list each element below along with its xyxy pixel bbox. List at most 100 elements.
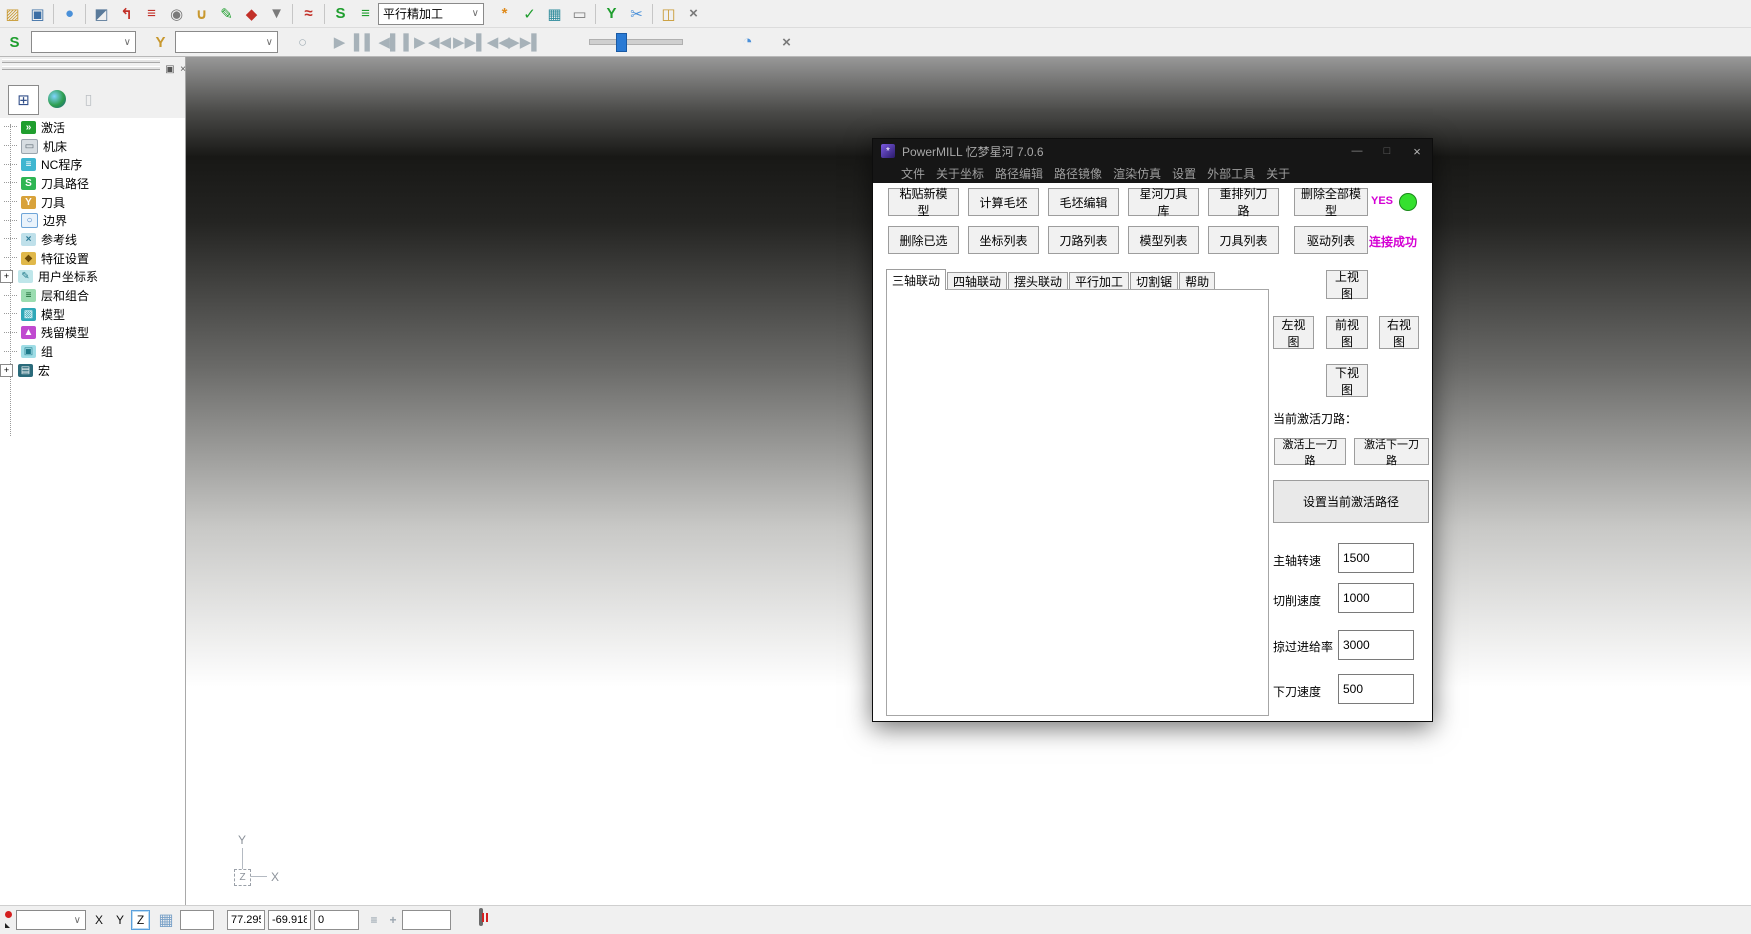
verify-toolpath-icon[interactable]: *: [492, 2, 517, 26]
delete-selected-button[interactable]: 删除已选: [888, 226, 959, 254]
ruler-icon[interactable]: ▭: [567, 2, 592, 26]
model-list-button[interactable]: 模型列表: [1128, 226, 1199, 254]
panel-restore-icon[interactable]: ▣: [164, 64, 176, 76]
stock-edit-button[interactable]: 毛坯编辑: [1048, 188, 1119, 216]
tab-parallel[interactable]: 平行加工: [1069, 272, 1129, 290]
tab-4axis[interactable]: 四轴联动: [947, 272, 1007, 290]
menu-item-about[interactable]: 关于: [1266, 165, 1290, 182]
expand-icon[interactable]: +: [0, 364, 13, 377]
feature-block-icon[interactable]: ▼: [264, 2, 289, 26]
step-back-icon[interactable]: ◀▌: [377, 30, 402, 54]
boundary-pencil-icon[interactable]: ✎: [214, 2, 239, 26]
tree-item-nc-programs[interactable]: ≡NC程序: [0, 155, 185, 174]
tab-cutting-saw[interactable]: 切割锯: [1130, 272, 1178, 290]
skip-to-start-icon[interactable]: ▌◀◀: [477, 30, 509, 54]
tab-explorer-world[interactable]: [42, 85, 71, 113]
tool-list-button[interactable]: 刀具列表: [1208, 226, 1279, 254]
tree-item-feature-sets[interactable]: ◆特征设置: [0, 249, 185, 268]
left-view-button[interactable]: 左视图: [1273, 316, 1314, 349]
open-file-icon[interactable]: ▨: [0, 2, 25, 26]
menu-item-path-mirror[interactable]: 路径镜像: [1054, 165, 1102, 182]
play-icon[interactable]: ▶: [327, 30, 352, 54]
tree-item-tools[interactable]: Y刀具: [0, 193, 185, 212]
tool-icon[interactable]: ◉: [164, 2, 189, 26]
locate-axes-icon[interactable]: +: [385, 910, 401, 930]
tree-item-models[interactable]: ▧模型: [0, 305, 185, 324]
toolpath-list-icon[interactable]: ≡: [353, 2, 378, 26]
close-toolbar-icon[interactable]: ×: [774, 30, 799, 54]
tab-swivel-head[interactable]: 摆头联动: [1008, 272, 1068, 290]
expand-icon[interactable]: +: [0, 270, 13, 283]
tree-item-groups[interactable]: ▣组: [0, 342, 185, 361]
menu-item-external-tools[interactable]: 外部工具: [1207, 165, 1255, 182]
right-view-button[interactable]: 右视图: [1379, 316, 1419, 349]
tool-change-icon[interactable]: Y: [599, 2, 624, 26]
front-view-button[interactable]: 前视图: [1326, 316, 1368, 349]
strategy-preset-dropdown[interactable]: 平行精加工 ∨: [378, 3, 484, 25]
toolpath-strategy-icon[interactable]: ↰: [114, 2, 139, 26]
block-icon[interactable]: ◩: [89, 2, 114, 26]
menu-item-render-sim[interactable]: 渲染仿真: [1113, 165, 1161, 182]
coord-y-input[interactable]: [268, 910, 311, 930]
toolbar-grip[interactable]: [2, 59, 160, 63]
sim-toolpath-dropdown[interactable]: ∨: [31, 31, 136, 53]
toolpath-check-icon[interactable]: ✓: [517, 2, 542, 26]
tab-explorer-trash[interactable]: ▯: [74, 85, 103, 113]
menu-item-file[interactable]: 文件: [901, 165, 925, 182]
rewind-icon[interactable]: ◀◀: [427, 30, 452, 54]
step-forward-icon[interactable]: ▌▶: [402, 30, 427, 54]
rearrange-toolpaths-button[interactable]: 重排列刀路: [1208, 188, 1279, 216]
compute-stock-button[interactable]: 计算毛坯: [968, 188, 1039, 216]
tree-item-patterns[interactable]: ×参考线: [0, 230, 185, 249]
coord-x-input[interactable]: [227, 910, 265, 930]
save-icon[interactable]: ▣: [25, 2, 50, 26]
sim-tool-icon[interactable]: Y: [148, 30, 173, 54]
tree-item-activate[interactable]: »激活: [0, 118, 185, 137]
plunge-feed-input[interactable]: [1338, 674, 1414, 704]
shaded-view-icon[interactable]: ●: [57, 2, 82, 26]
spindle-speed-input[interactable]: [1338, 543, 1414, 573]
device-status-icon[interactable]: [479, 908, 483, 926]
sim-speed-slider[interactable]: [589, 39, 683, 45]
tree-item-levels-sets[interactable]: ≡层和组合: [0, 286, 185, 305]
coords-list-icon[interactable]: ≡: [366, 910, 382, 930]
paste-new-model-button[interactable]: 粘贴新模型: [888, 188, 959, 216]
tree-item-macros[interactable]: +▤宏: [0, 361, 185, 380]
menu-item-path-edit[interactable]: 路径编辑: [995, 165, 1043, 182]
tree-item-machine-tool[interactable]: ▭机床: [0, 137, 185, 156]
galaxy-tool-library-button[interactable]: 星河刀具库: [1128, 188, 1199, 216]
menu-item-coords[interactable]: 关于坐标: [936, 165, 984, 182]
grid-icon[interactable]: ▦: [153, 909, 179, 931]
skim-feed-input[interactable]: [1338, 630, 1414, 660]
activate-next-toolpath-button[interactable]: 激活下一刀路: [1354, 438, 1429, 465]
slider-handle[interactable]: [616, 33, 627, 52]
activate-prev-toolpath-button[interactable]: 激活上一刀路: [1274, 438, 1346, 465]
fast-forward-icon[interactable]: ▶▶: [452, 30, 477, 54]
axis-x-button[interactable]: X: [90, 910, 108, 930]
clock-icon[interactable]: ◔: [735, 30, 760, 54]
tree-item-toolpaths[interactable]: S刀具路径: [0, 174, 185, 193]
delete-all-models-button[interactable]: 删除全部模型: [1294, 188, 1368, 216]
menu-item-settings[interactable]: 设置: [1172, 165, 1196, 182]
measure-input[interactable]: [402, 910, 451, 930]
maximize-button[interactable]: □: [1372, 139, 1402, 163]
close-button[interactable]: ×: [1402, 139, 1432, 163]
workplane-dropdown[interactable]: ∨: [16, 910, 86, 930]
coord-z-input[interactable]: [314, 910, 359, 930]
pause-icon[interactable]: ▌▌: [352, 30, 377, 54]
grid-size-input[interactable]: [180, 910, 214, 930]
axis-y-button[interactable]: Y: [111, 910, 129, 930]
simulate-tool-icon[interactable]: ≈: [296, 2, 321, 26]
drive-list-button[interactable]: 驱动列表: [1294, 226, 1368, 254]
sim-tool-dropdown[interactable]: ∨: [175, 31, 278, 53]
calculator-icon[interactable]: ▦: [542, 2, 567, 26]
tab-3axis[interactable]: 三轴联动: [886, 269, 946, 290]
bottom-view-button[interactable]: 下视图: [1326, 364, 1368, 397]
collision-icon[interactable]: ∪: [189, 2, 214, 26]
points-icon[interactable]: ◆: [239, 2, 264, 26]
drives-icon[interactable]: ◫: [656, 2, 681, 26]
nc-program-icon[interactable]: ≡: [139, 2, 164, 26]
tree-item-workplanes[interactable]: +✎用户坐标系: [0, 268, 185, 287]
cut-model-icon[interactable]: ✂: [624, 2, 649, 26]
close-toolbar-icon[interactable]: ×: [681, 2, 706, 26]
